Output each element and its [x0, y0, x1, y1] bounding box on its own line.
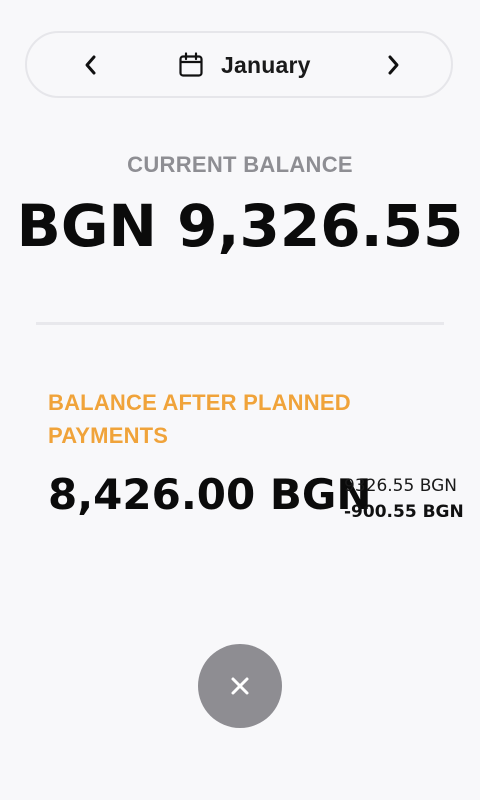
close-icon: [231, 677, 249, 695]
month-picker-button[interactable]: January: [177, 50, 311, 80]
month-label: January: [221, 51, 311, 78]
chevron-right-icon: [388, 55, 399, 75]
section-divider: [36, 322, 444, 325]
previous-month-button[interactable]: [77, 51, 105, 79]
current-balance-label: CURRENT BALANCE: [127, 152, 353, 177]
month-selector: January: [25, 31, 453, 98]
balance-breakdown: 9326.55 BGN -900.55 BGN: [344, 474, 478, 526]
current-balance-value: BGN 9,326.55: [16, 192, 464, 260]
balance-screen: January CURRENT BALANCE BGN 9,326.55 BAL…: [0, 0, 480, 800]
next-month-button[interactable]: [379, 51, 407, 79]
breakdown-planned-payments: -900.55 BGN: [344, 502, 464, 522]
chevron-left-icon: [85, 55, 96, 75]
planned-balance-label: BALANCE AFTER PLANNED PAYMENTS: [48, 390, 351, 448]
calendar-icon: [177, 51, 205, 79]
planned-balance-value: 8,426.00 BGN: [48, 470, 372, 519]
breakdown-current-balance: 9326.55 BGN: [344, 476, 457, 496]
close-button[interactable]: [198, 644, 282, 728]
